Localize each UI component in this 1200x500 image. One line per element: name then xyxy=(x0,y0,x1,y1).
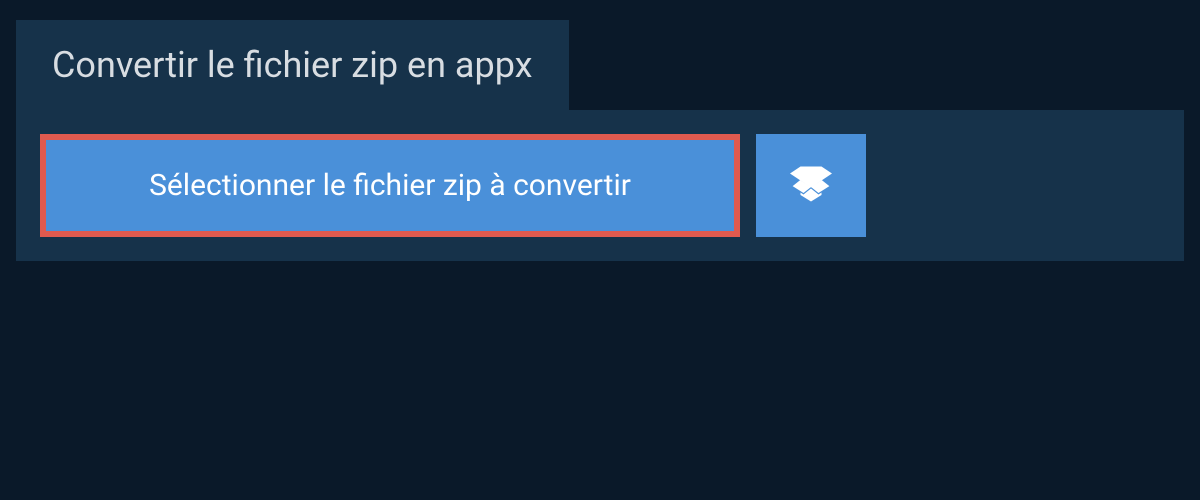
tab-header: Convertir le fichier zip en appx xyxy=(16,20,569,110)
select-file-button[interactable]: Sélectionner le fichier zip à convertir xyxy=(40,134,740,237)
page-title: Convertir le fichier zip en appx xyxy=(52,44,533,86)
dropbox-icon xyxy=(790,163,832,209)
upload-panel: Sélectionner le fichier zip à convertir xyxy=(16,110,1184,261)
dropbox-button[interactable] xyxy=(756,134,866,237)
select-file-label: Sélectionner le fichier zip à convertir xyxy=(149,168,631,203)
